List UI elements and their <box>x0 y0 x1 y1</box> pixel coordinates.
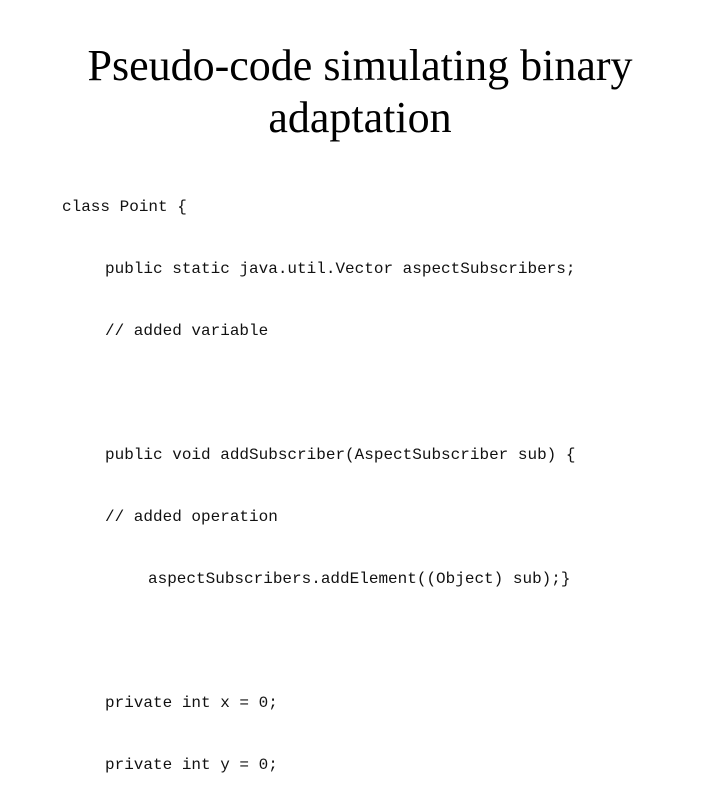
code-line-class-decl: class Point { <box>62 198 187 216</box>
code-line-field-y: private int y = 0; <box>105 756 278 774</box>
code-line-add-element: aspectSubscribers.addElement((Object) su… <box>148 570 571 588</box>
code-line-method-decl: public void addSubscriber(AspectSubscrib… <box>105 446 576 464</box>
code-line-field-x: private int x = 0; <box>105 694 278 712</box>
slide-title: Pseudo-code simulating binary adaptation <box>0 40 720 144</box>
code-line-comment-operation: // added operation <box>105 508 278 526</box>
slide-title-line-1: Pseudo-code simulating binary <box>87 41 633 90</box>
code-line-vector-field: public static java.util.Vector aspectSub… <box>105 260 576 278</box>
code-line-comment-variable: // added variable <box>105 322 269 340</box>
code-block: class Point { public static java.util.Ve… <box>62 158 575 796</box>
slide-title-line-2: adaptation <box>268 93 452 142</box>
